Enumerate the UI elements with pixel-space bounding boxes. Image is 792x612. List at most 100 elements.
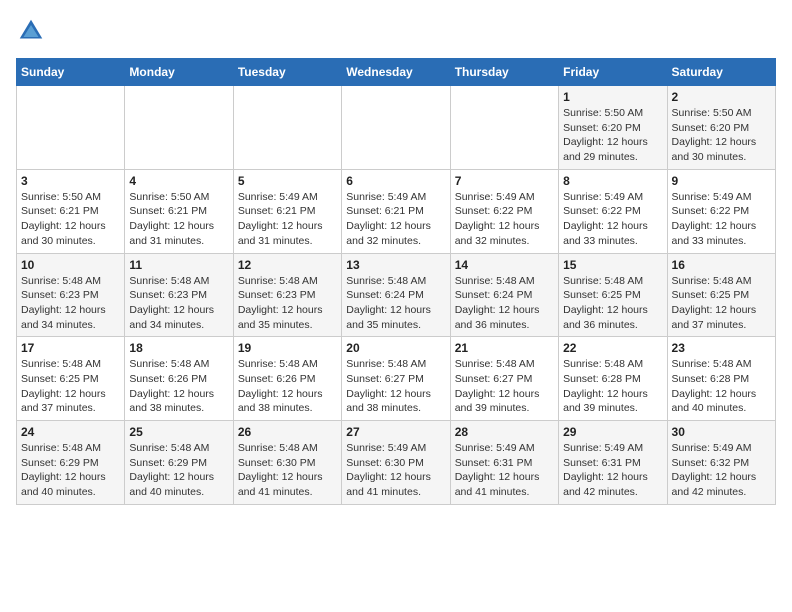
day-info: Sunrise: 5:48 AM Sunset: 6:25 PM Dayligh…: [21, 357, 120, 416]
day-number: 2: [672, 90, 771, 104]
day-number: 27: [346, 425, 445, 439]
calendar-cell: 29 Sunrise: 5:49 AM Sunset: 6:31 PM Dayli…: [559, 421, 667, 505]
calendar-cell: 7 Sunrise: 5:49 AM Sunset: 6:22 PM Daylig…: [450, 169, 558, 253]
calendar-cell: 3Sunrise: 5:50 AM Sunset: 6:21 PM Daylig…: [17, 169, 125, 253]
day-number: 3: [21, 174, 120, 188]
calendar-cell: 15 Sunrise: 5:48 AM Sunset: 6:25 PM Dayli…: [559, 253, 667, 337]
calendar-cell: 17 Sunrise: 5:48 AM Sunset: 6:25 PM Dayli…: [17, 337, 125, 421]
calendar-cell: 26 Sunrise: 5:48 AM Sunset: 6:30 PM Dayli…: [233, 421, 341, 505]
day-info: Sunrise: 5:48 AM Sunset: 6:24 PM Dayligh…: [346, 274, 445, 333]
day-number: 22: [563, 341, 662, 355]
day-number: 25: [129, 425, 228, 439]
day-info: Sunrise: 5:49 AM Sunset: 6:21 PM Dayligh…: [346, 190, 445, 249]
day-number: 20: [346, 341, 445, 355]
calendar-cell: 16 Sunrise: 5:48 AM Sunset: 6:25 PM Dayli…: [667, 253, 775, 337]
day-info: Sunrise: 5:49 AM Sunset: 6:22 PM Dayligh…: [455, 190, 554, 249]
day-number: 19: [238, 341, 337, 355]
day-number: 14: [455, 258, 554, 272]
calendar-cell: 30 Sunrise: 5:49 AM Sunset: 6:32 PM Dayli…: [667, 421, 775, 505]
calendar-cell: 19Sunrise: 5:48 AM Sunset: 6:26 PM Dayli…: [233, 337, 341, 421]
day-number: 7: [455, 174, 554, 188]
day-number: 16: [672, 258, 771, 272]
day-info: Sunrise: 5:48 AM Sunset: 6:23 PM Dayligh…: [238, 274, 337, 333]
day-number: 24: [21, 425, 120, 439]
day-number: 1: [563, 90, 662, 104]
calendar-cell: 22 Sunrise: 5:48 AM Sunset: 6:28 PM Dayli…: [559, 337, 667, 421]
day-number: 5: [238, 174, 337, 188]
day-number: 26: [238, 425, 337, 439]
day-info: Sunrise: 5:49 AM Sunset: 6:21 PM Dayligh…: [238, 190, 337, 249]
day-of-week-header: Saturday: [667, 59, 775, 86]
day-info: Sunrise: 5:49 AM Sunset: 6:32 PM Dayligh…: [672, 441, 771, 500]
page-header: [16, 16, 776, 46]
day-number: 12: [238, 258, 337, 272]
day-number: 28: [455, 425, 554, 439]
day-number: 13: [346, 258, 445, 272]
day-info: Sunrise: 5:49 AM Sunset: 6:30 PM Dayligh…: [346, 441, 445, 500]
day-of-week-header: Monday: [125, 59, 233, 86]
day-info: Sunrise: 5:48 AM Sunset: 6:28 PM Dayligh…: [563, 357, 662, 416]
calendar-week-row: 17 Sunrise: 5:48 AM Sunset: 6:25 PM Dayli…: [17, 337, 776, 421]
day-info: Sunrise: 5:48 AM Sunset: 6:23 PM Dayligh…: [129, 274, 228, 333]
calendar-cell: 20 Sunrise: 5:48 AM Sunset: 6:27 PM Dayli…: [342, 337, 450, 421]
calendar-cell: 12 Sunrise: 5:48 AM Sunset: 6:23 PM Dayli…: [233, 253, 341, 337]
calendar-cell: [125, 86, 233, 170]
logo: [16, 16, 50, 46]
day-number: 9: [672, 174, 771, 188]
calendar-cell: 28 Sunrise: 5:49 AM Sunset: 6:31 PM Dayli…: [450, 421, 558, 505]
day-info: Sunrise: 5:48 AM Sunset: 6:25 PM Dayligh…: [672, 274, 771, 333]
day-number: 17: [21, 341, 120, 355]
day-info: Sunrise: 5:50 AM Sunset: 6:20 PM Dayligh…: [672, 106, 771, 165]
day-number: 6: [346, 174, 445, 188]
calendar-cell: 21Sunrise: 5:48 AM Sunset: 6:27 PM Dayli…: [450, 337, 558, 421]
calendar-week-row: 24Sunrise: 5:48 AM Sunset: 6:29 PM Dayli…: [17, 421, 776, 505]
day-number: 15: [563, 258, 662, 272]
day-info: Sunrise: 5:48 AM Sunset: 6:28 PM Dayligh…: [672, 357, 771, 416]
day-number: 23: [672, 341, 771, 355]
calendar-cell: 23 Sunrise: 5:48 AM Sunset: 6:28 PM Dayli…: [667, 337, 775, 421]
day-info: Sunrise: 5:48 AM Sunset: 6:24 PM Dayligh…: [455, 274, 554, 333]
day-info: Sunrise: 5:49 AM Sunset: 6:31 PM Dayligh…: [563, 441, 662, 500]
calendar-cell: 6 Sunrise: 5:49 AM Sunset: 6:21 PM Daylig…: [342, 169, 450, 253]
day-number: 18: [129, 341, 228, 355]
day-number: 29: [563, 425, 662, 439]
day-number: 8: [563, 174, 662, 188]
day-info: Sunrise: 5:49 AM Sunset: 6:31 PM Dayligh…: [455, 441, 554, 500]
day-info: Sunrise: 5:48 AM Sunset: 6:23 PM Dayligh…: [21, 274, 120, 333]
calendar-cell: 9 Sunrise: 5:49 AM Sunset: 6:22 PM Daylig…: [667, 169, 775, 253]
logo-icon: [16, 16, 46, 46]
day-of-week-header: Tuesday: [233, 59, 341, 86]
day-of-week-header: Sunday: [17, 59, 125, 86]
day-info: Sunrise: 5:50 AM Sunset: 6:20 PM Dayligh…: [563, 106, 662, 165]
day-info: Sunrise: 5:48 AM Sunset: 6:25 PM Dayligh…: [563, 274, 662, 333]
calendar-cell: 13 Sunrise: 5:48 AM Sunset: 6:24 PM Dayli…: [342, 253, 450, 337]
day-info: Sunrise: 5:50 AM Sunset: 6:21 PM Dayligh…: [129, 190, 228, 249]
calendar-week-row: 3 Sunrise: 5:50 AM Sunset: 6:21 PM Daylig…: [17, 169, 776, 253]
day-info: Sunrise: 5:49 AM Sunset: 6:22 PM Dayligh…: [672, 190, 771, 249]
calendar-cell: 14 Sunrise: 5:48 AM Sunset: 6:24 PM Dayli…: [450, 253, 558, 337]
calendar-cell: 1 Sunrise: 5:50 AM Sunset: 6:20 PM Daylig…: [559, 86, 667, 170]
day-number: 30: [672, 425, 771, 439]
calendar-cell: [17, 86, 125, 170]
day-info: Sunrise: 5:48 AM Sunset: 6:26 PM Dayligh…: [129, 357, 228, 416]
calendar-header-row: SundayMondayTuesdayWednesdayThursdayFrid…: [17, 59, 776, 86]
calendar-cell: 25Sunrise: 5:48 AM Sunset: 6:29 PM Dayli…: [125, 421, 233, 505]
calendar-cell: 4 Sunrise: 5:50 AM Sunset: 6:21 PM Daylig…: [125, 169, 233, 253]
calendar-cell: 27 Sunrise: 5:49 AM Sunset: 6:30 PM Dayli…: [342, 421, 450, 505]
calendar-cell: 5 Sunrise: 5:49 AM Sunset: 6:21 PM Daylig…: [233, 169, 341, 253]
calendar-cell: [450, 86, 558, 170]
day-number: 10: [21, 258, 120, 272]
calendar-cell: [233, 86, 341, 170]
calendar-cell: 10 Sunrise: 5:48 AM Sunset: 6:23 PM Dayli…: [17, 253, 125, 337]
day-of-week-header: Wednesday: [342, 59, 450, 86]
calendar-cell: 2 Sunrise: 5:50 AM Sunset: 6:20 PM Daylig…: [667, 86, 775, 170]
day-info: Sunrise: 5:48 AM Sunset: 6:30 PM Dayligh…: [238, 441, 337, 500]
calendar-cell: 24Sunrise: 5:48 AM Sunset: 6:29 PM Dayli…: [17, 421, 125, 505]
calendar: SundayMondayTuesdayWednesdayThursdayFrid…: [16, 58, 776, 505]
day-info: Sunrise: 5:48 AM Sunset: 6:27 PM Dayligh…: [346, 357, 445, 416]
day-number: 4: [129, 174, 228, 188]
day-info: Sunrise: 5:49 AM Sunset: 6:22 PM Dayligh…: [563, 190, 662, 249]
day-number: 11: [129, 258, 228, 272]
calendar-week-row: 10 Sunrise: 5:48 AM Sunset: 6:23 PM Dayli…: [17, 253, 776, 337]
calendar-week-row: 1 Sunrise: 5:50 AM Sunset: 6:20 PM Daylig…: [17, 86, 776, 170]
